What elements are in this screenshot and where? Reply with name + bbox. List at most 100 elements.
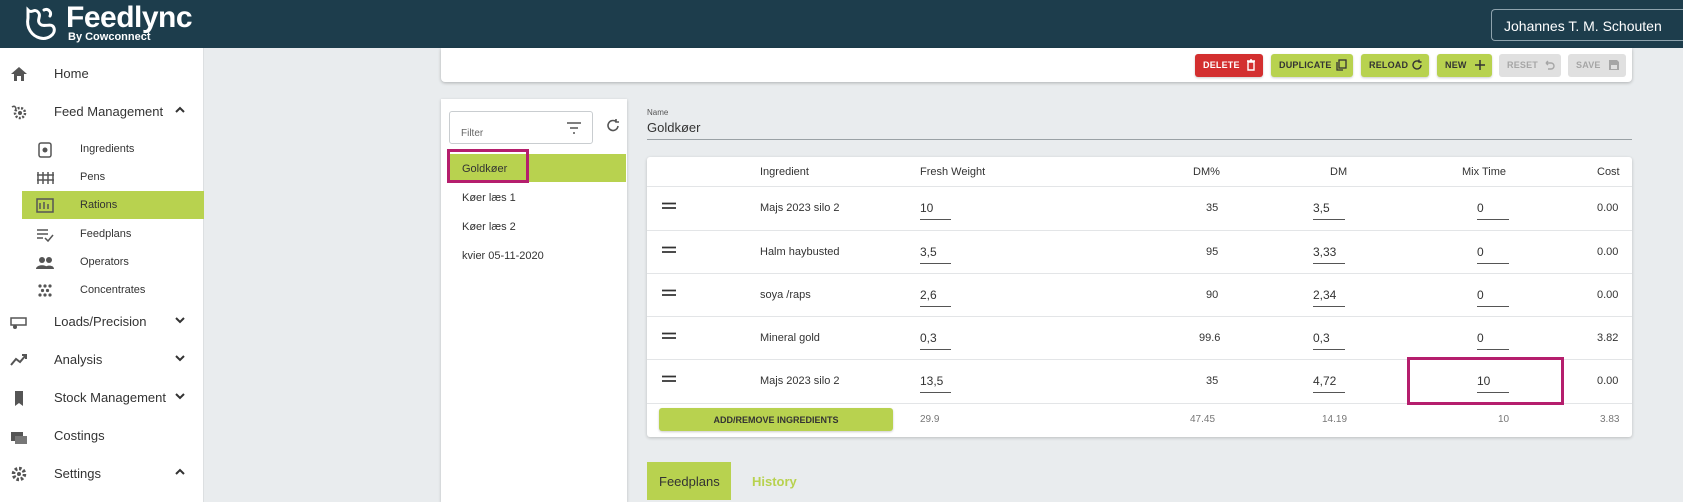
filter-input[interactable]: Filter [449,111,593,144]
new-button-label: NEW [1445,60,1467,70]
mix-time-input[interactable]: 0 [1477,328,1509,350]
mix-time-input[interactable]: 0 [1477,242,1509,264]
user-menu[interactable]: Johannes T. M. Schouten [1491,9,1683,41]
ingredient-name: soya /raps [760,289,811,301]
people-icon [36,257,54,269]
delete-button[interactable]: DELETE [1195,54,1263,77]
sidebar-item-loads-precision[interactable]: Loads/Precision [0,304,204,340]
reset-button[interactable]: RESET [1499,54,1561,77]
save-button-label: SAVE [1576,60,1601,70]
duplicate-button[interactable]: DUPLICATE [1271,54,1353,77]
silo-icon [15,391,23,406]
add-remove-ingredients-button[interactable]: ADD/REMOVE INGREDIENTS [659,408,893,431]
sidebar-subitem-label: Concentrates [80,284,146,296]
drag-handle-icon[interactable] [662,246,676,254]
tab-feedplans[interactable]: Feedplans [647,462,731,500]
sidebar-item-label: Analysis [54,352,103,367]
sidebar-item-analysis[interactable]: Analysis [0,342,204,378]
fresh-weight-input[interactable]: 10 [920,198,951,220]
home-icon [11,67,27,81]
sidebar-item-settings[interactable]: Settings [0,456,204,492]
dots-icon [38,284,52,297]
filter-icon[interactable] [566,121,582,135]
name-field-underline [647,139,1632,140]
dm-percent: 95 [1206,246,1219,258]
ingredient-name: Mineral gold [760,332,820,344]
sidebar-subitem-label: Operators [80,256,129,268]
fresh-weight-input[interactable]: 13,5 [920,371,951,393]
mix-time-input[interactable]: 0 [1477,198,1509,220]
fresh-weight-input[interactable]: 3,5 [920,242,951,264]
ration-list-item[interactable]: Køer læs 1 [450,183,626,211]
sidebar-subitem-pens[interactable]: Pens [22,163,204,191]
drag-handle-icon[interactable] [662,375,676,383]
mix-time-input[interactable]: 0 [1477,285,1509,307]
dm-input[interactable]: 3,33 [1313,242,1345,264]
dm-input[interactable]: 4,72 [1313,371,1345,393]
list-check-icon [37,229,54,243]
fresh-weight-input[interactable]: 0,3 [920,328,951,350]
wagon-icon [10,317,27,329]
ration-list-item[interactable]: Køer læs 2 [450,212,626,240]
sidebar-item-label: Stock Management [54,390,167,405]
ingredient-name: Majs 2023 silo 2 [760,375,840,387]
cow-logo-icon [26,6,56,40]
ingredient-name: Halm haybusted [760,246,840,258]
trend-icon [10,354,27,366]
sidebar-item-feed-management[interactable]: Feed Management [0,94,204,130]
dm-input[interactable]: 2,34 [1313,285,1345,307]
tab-history[interactable]: History [752,474,797,489]
sidebar-subitem-ingredients[interactable]: Ingredients [22,135,204,163]
column-header: Fresh Weight [920,166,986,178]
feedlync-logo[interactable]: Feedlync By Cowconnect [22,1,242,46]
total-dm-percent: 47.45 [1190,414,1216,425]
dm-input[interactable]: 3,5 [1313,198,1345,220]
column-header: DM [1330,166,1348,178]
sidebar-subitem-feedplans[interactable]: Feedplans [22,220,204,248]
ration-list-item[interactable]: kvier 05-11-2020 [450,241,626,269]
cost-value: 0.00 [1597,289,1619,301]
name-field[interactable]: Goldkøer [647,120,700,135]
chevron-up-icon [175,106,185,113]
dm-percent: 35 [1206,375,1219,387]
chevron-down-icon [175,355,185,362]
total-dm: 14.19 [1322,414,1348,425]
sidebar-item-label: Home [54,66,89,81]
drag-handle-icon[interactable] [662,202,676,210]
drag-handle-icon[interactable] [662,332,676,340]
refresh-icon[interactable] [605,118,621,134]
chevron-up-icon [175,468,185,475]
sidebar-subitem-rations[interactable]: Rations [22,191,204,219]
chevron-down-icon [175,317,185,324]
brand-subtitle: By Cowconnect [68,31,151,43]
ration-icon [36,198,54,213]
row-divider [647,230,1632,231]
name-field-label: Name [647,108,669,117]
new-button[interactable]: NEW [1437,54,1492,77]
drag-handle-icon[interactable] [662,289,676,297]
sidebar-subitem-label: Pens [80,171,106,183]
sidebar-item-home[interactable]: Home [0,56,204,92]
fresh-weight-input[interactable]: 2,6 [920,285,951,307]
sidebar-item-stock-management[interactable]: Stock Management [0,380,204,416]
dm-input[interactable]: 0,3 [1313,328,1345,350]
sidebar: Home Feed Management Ingredients Pens Ra… [0,48,204,502]
top-bar: Feedlync By Cowconnect Johannes T. M. Sc… [0,0,1683,48]
money-icon [11,432,27,444]
dm-percent: 90 [1206,289,1219,301]
sidebar-subitem-concentrates[interactable]: Concentrates [22,276,204,304]
delete-button-label: DELETE [1203,60,1240,70]
reload-button[interactable]: RELOAD [1361,54,1429,77]
duplicate-button-label: DUPLICATE [1279,60,1332,70]
reload-button-label: RELOAD [1369,60,1409,70]
sidebar-item-costings[interactable]: Costings [0,418,204,454]
dm-percent: 99.6 [1199,332,1221,344]
filter-placeholder: Filter [461,128,484,139]
highlight-box [1407,357,1564,405]
sack-icon [38,142,52,158]
column-header: DM% [1193,166,1220,178]
save-button[interactable]: SAVE [1568,54,1626,77]
row-divider [647,316,1632,317]
trash-icon [1247,59,1255,71]
sidebar-subitem-operators[interactable]: Operators [22,248,204,276]
